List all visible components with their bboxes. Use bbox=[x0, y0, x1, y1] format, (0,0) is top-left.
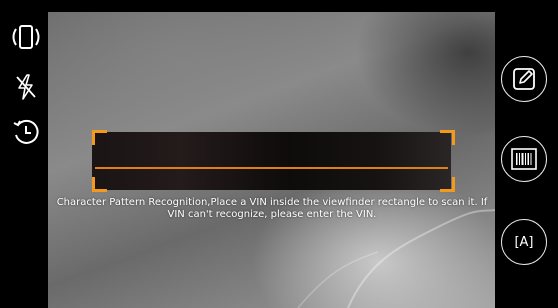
flash-toggle-button[interactable] bbox=[8, 72, 44, 102]
manual-entry-button[interactable] bbox=[501, 56, 547, 102]
text-recognition-icon: [A] bbox=[514, 234, 534, 250]
edit-icon bbox=[513, 68, 535, 90]
viewfinder-corner-bottom-left bbox=[92, 177, 107, 192]
flash-off-icon bbox=[16, 74, 36, 100]
barcode-icon bbox=[511, 148, 537, 170]
rotate-orientation-icon bbox=[12, 25, 40, 49]
history-button[interactable] bbox=[8, 117, 44, 147]
barcode-scan-button[interactable] bbox=[501, 136, 547, 182]
scan-line bbox=[95, 167, 448, 169]
rotate-orientation-button[interactable] bbox=[8, 22, 44, 52]
scan-instruction: Character Pattern Recognition,Place a VI… bbox=[56, 197, 488, 220]
viewfinder-window bbox=[92, 132, 451, 190]
viewfinder-corner-bottom-right bbox=[440, 177, 455, 192]
viewfinder-corner-top-right bbox=[440, 130, 455, 145]
text-recognition-button[interactable]: [A] bbox=[501, 219, 547, 265]
viewfinder-corner-top-left bbox=[92, 130, 107, 145]
history-icon bbox=[13, 119, 39, 144]
